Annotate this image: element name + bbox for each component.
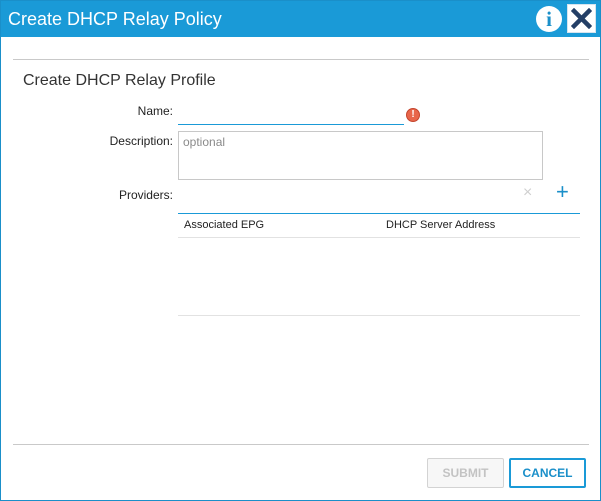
cancel-button[interactable]: CANCEL: [509, 458, 586, 488]
add-provider-icon[interactable]: +: [556, 181, 569, 203]
submit-button[interactable]: SUBMIT: [427, 458, 504, 488]
header-divider: [13, 59, 589, 60]
description-label: Description:: [109, 134, 173, 148]
close-icon[interactable]: [567, 4, 596, 33]
providers-table-header-divider: [178, 237, 580, 238]
providers-label: Providers:: [118, 188, 173, 202]
create-dhcp-relay-policy-dialog: Create DHCP Relay Policy i Create DHCP R…: [0, 0, 601, 501]
description-field[interactable]: [178, 131, 543, 180]
dialog-titlebar: Create DHCP Relay Policy i: [1, 1, 600, 37]
column-header-dhcp-server-address[interactable]: DHCP Server Address: [386, 219, 495, 231]
name-label: Name:: [137, 104, 173, 118]
providers-table-top-border: [178, 213, 580, 214]
info-icon[interactable]: i: [536, 6, 562, 32]
footer-divider: [13, 444, 589, 445]
dialog-title: Create DHCP Relay Policy: [8, 9, 222, 29]
name-input[interactable]: [178, 102, 404, 125]
error-icon: !: [406, 108, 420, 122]
providers-table-bottom-border: [178, 315, 580, 316]
section-title: Create DHCP Relay Profile: [23, 72, 216, 89]
column-header-associated-epg[interactable]: Associated EPG: [184, 219, 264, 231]
clear-icon[interactable]: ×: [523, 184, 532, 202]
